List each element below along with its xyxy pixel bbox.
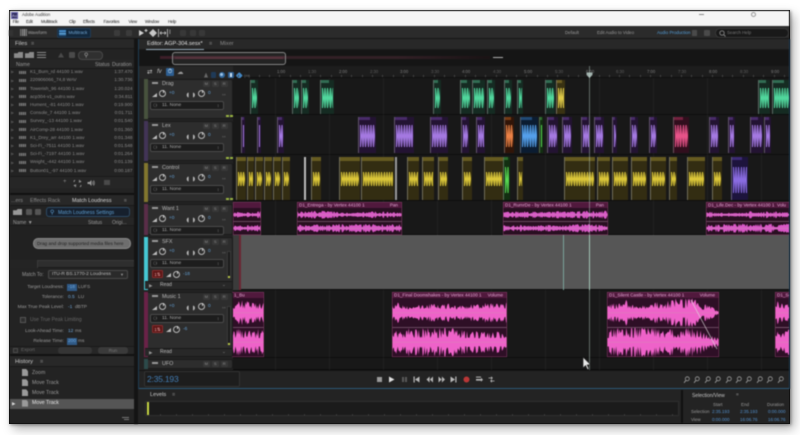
svg-text:D1_Silent Castle - by Vertex 4: D1_Silent Castle - by Vertex 44100 1: [609, 293, 685, 298]
svg-text:D1_RumrDe - by Vertex 44100 1: D1_RumrDe - by Vertex 44100 1: [505, 203, 572, 208]
svg-text:Volume: Volume: [488, 293, 504, 298]
svg-text:Pan: Pan: [390, 203, 399, 208]
svg-text:Volu: Volu: [777, 203, 786, 208]
svg-text:D1_Final Doomshakes - by Verte: D1_Final Doomshakes - by Vertex 44100 1: [394, 293, 482, 298]
svg-text:Pan: Pan: [596, 203, 605, 208]
svg-text:Volume: Volume: [700, 293, 716, 298]
svg-text:D1_Entrega - by Vertex 44100 1: D1_Entrega - by Vertex 44100 1: [299, 203, 365, 208]
svg-text:D1_Life.Dec - by Vertex 44100: D1_Life.Dec - by Vertex 44100 1: [708, 203, 775, 208]
svg-text:1_Bu: 1_Bu: [234, 293, 245, 298]
